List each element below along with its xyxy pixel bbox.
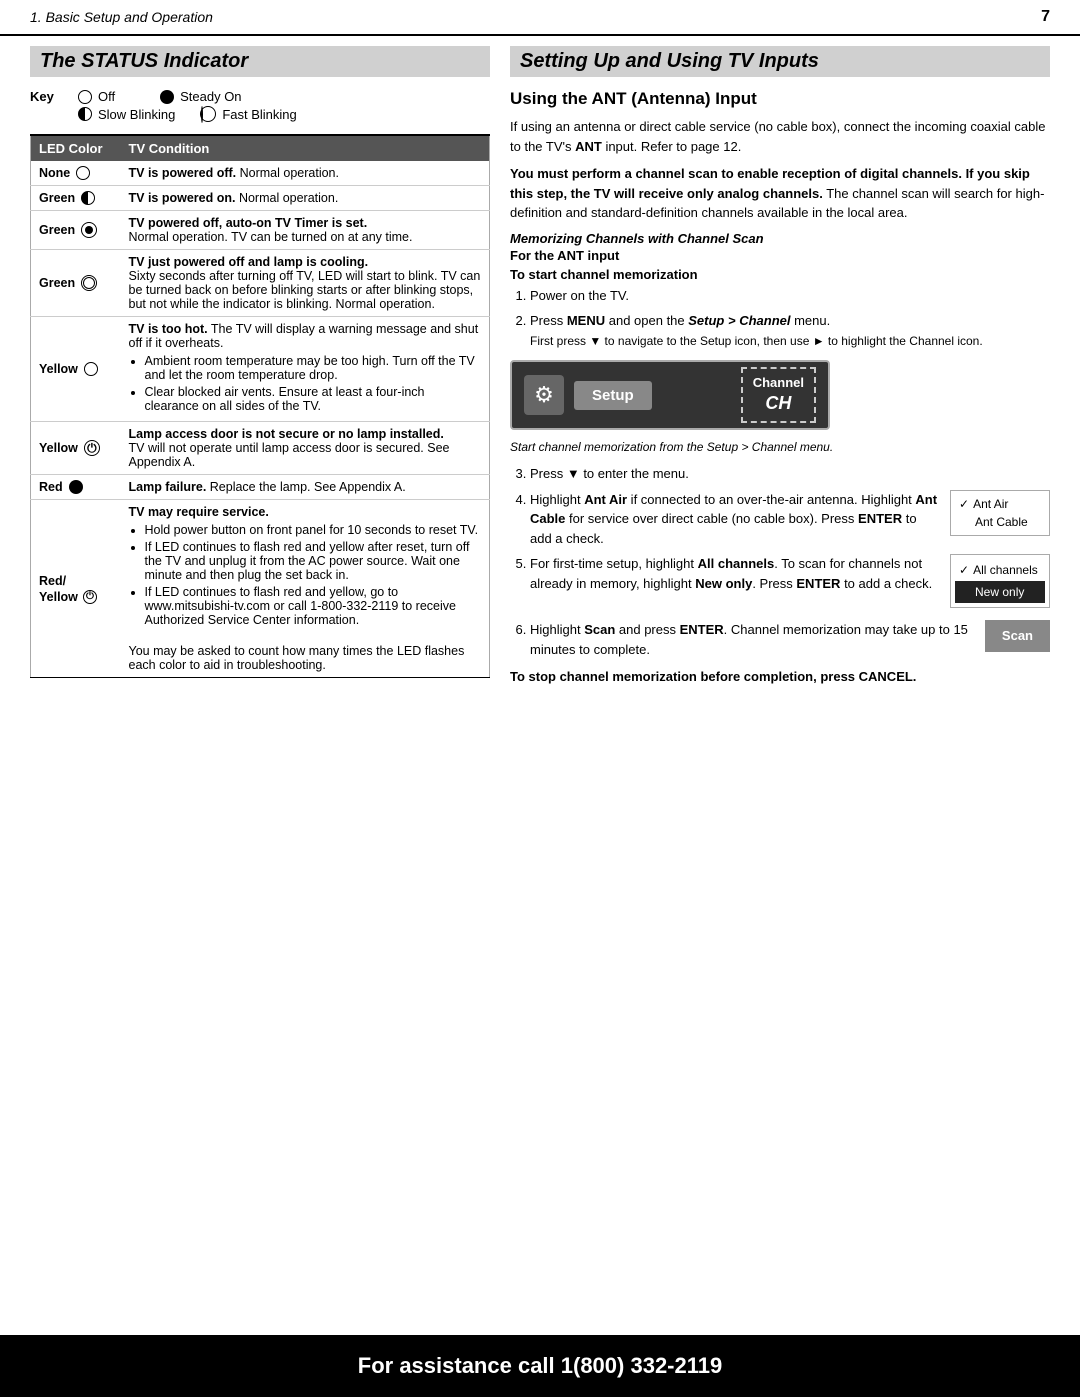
key-row-off: Off Steady On: [75, 89, 297, 104]
table-row: Red/ Yellow ⏻ TV may require service. Ho…: [31, 500, 490, 678]
table-row: Yellow ⏻ Lamp access door is not secure …: [31, 422, 490, 475]
yellow1-indicator-icon: [84, 362, 98, 376]
to-start-heading: To start channel memorization: [510, 267, 1050, 282]
scan-panel: Scan: [985, 620, 1050, 652]
none-indicator-icon: [76, 166, 90, 180]
setup-caption: Start channel memorization from the Setu…: [510, 440, 1050, 454]
tv-condition-green3: TV just powered off and lamp is cooling.…: [121, 250, 490, 317]
intro-text: If using an antenna or direct cable serv…: [510, 117, 1050, 156]
tv-condition-red: Lamp failure. Replace the lamp. See Appe…: [121, 475, 490, 500]
col-tv-condition: TV Condition: [121, 135, 490, 161]
for-ant-heading: For the ANT input: [510, 248, 1050, 263]
setup-label: Setup: [574, 381, 652, 410]
led-color-none: None: [31, 161, 121, 186]
circle-half-icon: [78, 107, 92, 121]
tv-condition-green1: TV is powered on. Normal operation.: [121, 186, 490, 211]
scan-label: Scan: [1002, 628, 1033, 643]
led-color-yellow2: Yellow ⏻: [31, 422, 121, 475]
channel-box: ChannelCH: [741, 367, 816, 423]
right-section-title: Setting Up and Using TV Inputs: [510, 46, 1050, 77]
led-table: LED Color TV Condition None TV is powere…: [30, 134, 490, 678]
led-color-green3: Green: [31, 250, 121, 317]
ant-air-row: ✓ Ant Air: [959, 495, 1041, 513]
circle-empty-icon: [78, 90, 92, 104]
header-title: 1. Basic Setup and Operation: [30, 9, 213, 25]
page-number: 7: [1041, 8, 1050, 26]
ant-cable-label: Ant Cable: [975, 513, 1028, 531]
tv-condition-yellow1: TV is too hot. The TV will display a war…: [121, 317, 490, 422]
led-color-redyellow: Red/ Yellow ⏻: [31, 500, 121, 678]
step-3: Press ▼ to enter the menu.: [530, 464, 1050, 484]
gear-icon: ⚙: [534, 382, 554, 408]
table-row: Yellow TV is too hot. The TV will displa…: [31, 317, 490, 422]
key-fast-label: Fast Blinking: [222, 107, 296, 122]
ant-air-label: Ant Air: [973, 495, 1008, 513]
ant-air-check: ✓: [959, 495, 969, 513]
new-only-row: New only: [955, 581, 1045, 603]
step-1: Power on the TV.: [530, 286, 1050, 306]
footer-text: For assistance call 1(800) 332-2119: [358, 1353, 722, 1378]
key-row-slow: Slow Blinking Fast Blinking: [75, 106, 297, 122]
green3-indicator-icon: [81, 275, 97, 291]
green1-indicator-icon: [81, 191, 95, 205]
all-channels-row: ✓ All channels: [959, 559, 1041, 581]
setup-gear-icon: ⚙: [524, 375, 564, 415]
all-channels-label: All channels: [973, 561, 1038, 579]
left-section-title: The STATUS Indicator: [30, 46, 490, 77]
key-steady-label: Steady On: [180, 89, 241, 104]
steps-list: Power on the TV. Press MENU and open the…: [530, 286, 1050, 351]
subsection-title: Using the ANT (Antenna) Input: [510, 89, 1050, 109]
key-symbols: Off Steady On Slow Blinking Fast Blinkin…: [75, 89, 297, 122]
channels-panel: ✓ All channels New only: [950, 554, 1050, 608]
memorizing-heading: Memorizing Channels with Channel Scan: [510, 231, 1050, 246]
all-channels-check: ✓: [959, 561, 969, 579]
tv-condition-yellow2: Lamp access door is not secure or no lam…: [121, 422, 490, 475]
circle-fast-icon: [200, 106, 216, 122]
key-slow-label: Slow Blinking: [98, 107, 175, 122]
tv-condition-redyellow: TV may require service. Hold power butto…: [121, 500, 490, 678]
step-2: Press MENU and open the Setup > Channel …: [530, 311, 1050, 350]
stop-text: To stop channel memorization before comp…: [510, 667, 1050, 687]
led-color-red: Red: [31, 475, 121, 500]
step-4: ✓ Ant Air Ant Cable Highlight Ant Air if…: [530, 490, 1050, 549]
warning-text: You must perform a channel scan to enabl…: [510, 164, 1050, 223]
new-only-label: New only: [975, 583, 1024, 601]
col-led-color: LED Color: [31, 135, 121, 161]
led-color-yellow1: Yellow: [31, 317, 121, 422]
redyellow-indicator-icon: ⏻: [83, 590, 97, 604]
steps-list-continued: Press ▼ to enter the menu. ✓ Ant Air Ant…: [530, 464, 1050, 659]
setup-image: ⚙ Setup ChannelCH: [510, 360, 830, 430]
left-column: The STATUS Indicator Key Off Steady On S…: [30, 46, 490, 695]
table-row: Red Lamp failure. Replace the lamp. See …: [31, 475, 490, 500]
led-color-green2: Green: [31, 211, 121, 250]
right-column: Setting Up and Using TV Inputs Using the…: [510, 46, 1050, 695]
ant-cable-row: Ant Cable: [959, 513, 1041, 531]
key-off-label: Off: [98, 89, 115, 104]
key-label: Key: [30, 89, 60, 104]
table-row: None TV is powered off. Normal operation…: [31, 161, 490, 186]
table-row: Green TV powered off, auto-on TV Timer i…: [31, 211, 490, 250]
red-indicator-icon: [69, 480, 83, 494]
tv-condition-none: TV is powered off. Normal operation.: [121, 161, 490, 186]
step-6: Scan Highlight Scan and press ENTER. Cha…: [530, 620, 1050, 659]
ant-panel: ✓ Ant Air Ant Cable: [950, 490, 1050, 536]
step-5: ✓ All channels New only For first-time s…: [530, 554, 1050, 614]
led-color-green1: Green: [31, 186, 121, 211]
key-legend: Key Off Steady On Slow Blinking Fast Bli…: [30, 89, 490, 122]
table-row: Green TV is powered on. Normal operation…: [31, 186, 490, 211]
green2-indicator-icon: [81, 222, 97, 238]
tv-condition-green2: TV powered off, auto-on TV Timer is set.…: [121, 211, 490, 250]
table-row: Green TV just powered off and lamp is co…: [31, 250, 490, 317]
content-area: The STATUS Indicator Key Off Steady On S…: [0, 46, 1080, 695]
yellow2-indicator-icon: ⏻: [84, 440, 100, 456]
circle-full-icon: [160, 90, 174, 104]
page-header: 1. Basic Setup and Operation 7: [0, 0, 1080, 36]
page-footer: For assistance call 1(800) 332-2119: [0, 1335, 1080, 1397]
